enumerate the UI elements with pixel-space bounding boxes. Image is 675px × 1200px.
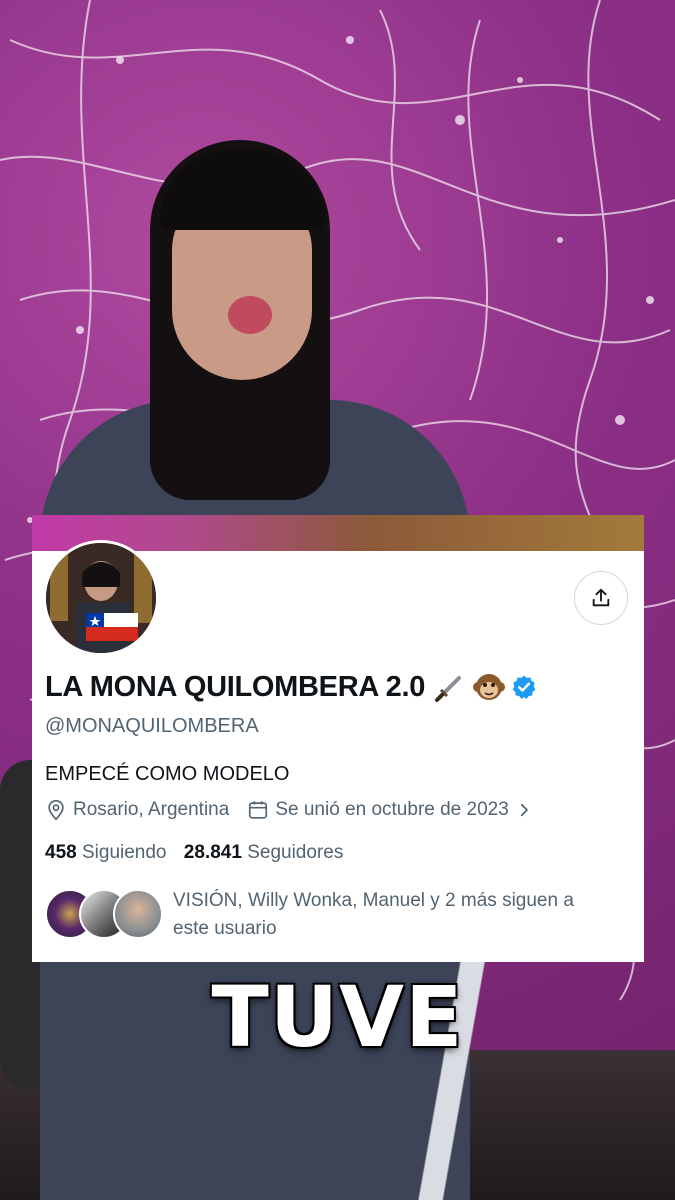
- following-link[interactable]: 458 Siguiendo: [45, 842, 172, 863]
- avatar[interactable]: [43, 540, 159, 656]
- location: Rosario, Argentina: [45, 799, 229, 821]
- location-text: Rosario, Argentina: [73, 799, 230, 820]
- follower-avatars: [45, 887, 173, 939]
- follow-stats: 458 Siguiendo 28.841 Seguidores: [45, 842, 343, 864]
- join-date-text: Se unió en octubre de 2023: [275, 799, 509, 820]
- followers-label: Seguidores: [247, 842, 344, 863]
- followers-link[interactable]: 28.841 Seguidores: [184, 842, 344, 863]
- followed-by-row[interactable]: VISIÓN, Willy Wonka, Manuel y 2 más sigu…: [45, 887, 603, 943]
- monkey-face-icon: [473, 674, 506, 700]
- follower-avatar: [113, 889, 163, 939]
- join-date[interactable]: Se unió en octubre de 2023: [247, 799, 532, 821]
- profile-meta: Rosario, Argentina Se unió en octubre de…: [45, 799, 533, 821]
- followers-count: 28.841: [183, 842, 242, 863]
- display-name: LA MONA QUILOMBERA 2.0: [45, 670, 426, 703]
- chevron-right-icon: [520, 803, 528, 817]
- verified-badge-icon: [512, 675, 536, 699]
- following-count: 458: [45, 842, 77, 863]
- avatar-photo: [46, 543, 156, 653]
- share-button[interactable]: [574, 571, 628, 625]
- person-lips: [228, 296, 272, 334]
- name-row: LA MONA QUILOMBERA 2.0: [45, 670, 537, 704]
- name-emojis: [433, 670, 537, 704]
- following-label: Siguiendo: [81, 842, 167, 863]
- share-icon: [592, 588, 610, 607]
- avatar-image: [46, 543, 156, 653]
- bio: EMPECÉ COMO MODELO: [45, 763, 290, 785]
- dagger-icon: [435, 676, 462, 702]
- location-pin-icon: [48, 800, 64, 821]
- handle: @MONAQUILOMBERA: [45, 715, 259, 737]
- video-caption: TUVE: [211, 968, 464, 1066]
- profile-card: LA MONA QUILOMBERA 2.0 @MONAQUILOMBERA E…: [32, 515, 644, 962]
- calendar-icon: [249, 801, 268, 819]
- followed-by-text: VISIÓN, Willy Wonka, Manuel y 2 más sigu…: [173, 890, 574, 939]
